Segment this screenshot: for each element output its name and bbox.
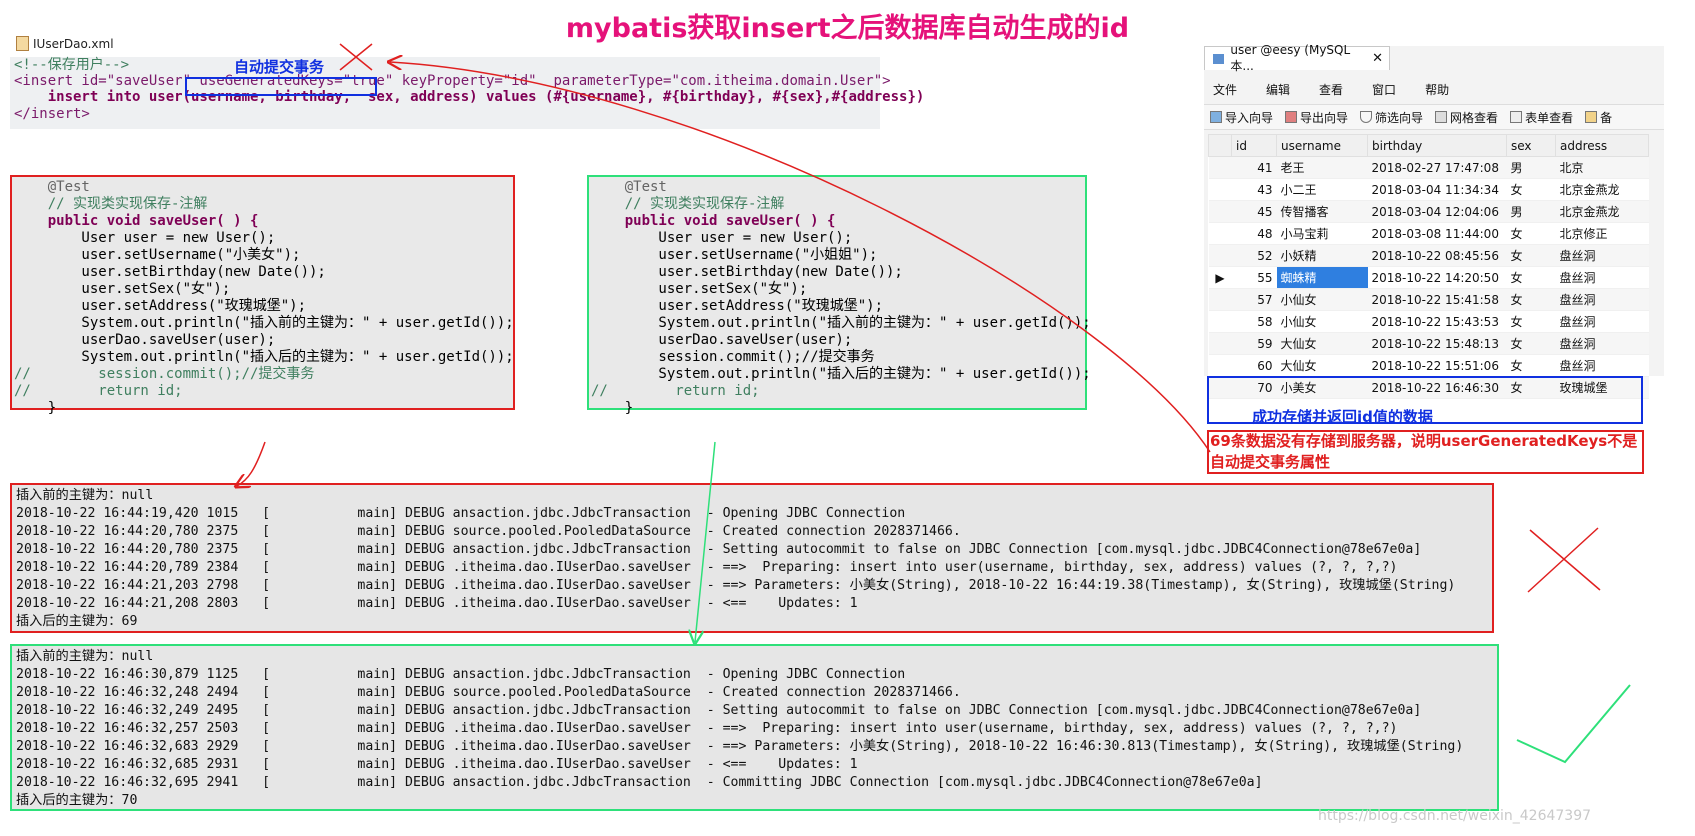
arrow-right-code-to-log	[695, 441, 716, 642]
arrow-left-code-to-log	[237, 441, 266, 486]
arrow-warning-to-xml	[390, 62, 1211, 453]
cross-icon-xml	[339, 43, 373, 71]
check-icon	[1516, 684, 1631, 764]
annotation-overlay	[0, 43, 1631, 764]
cross-icon-log	[1527, 527, 1601, 593]
